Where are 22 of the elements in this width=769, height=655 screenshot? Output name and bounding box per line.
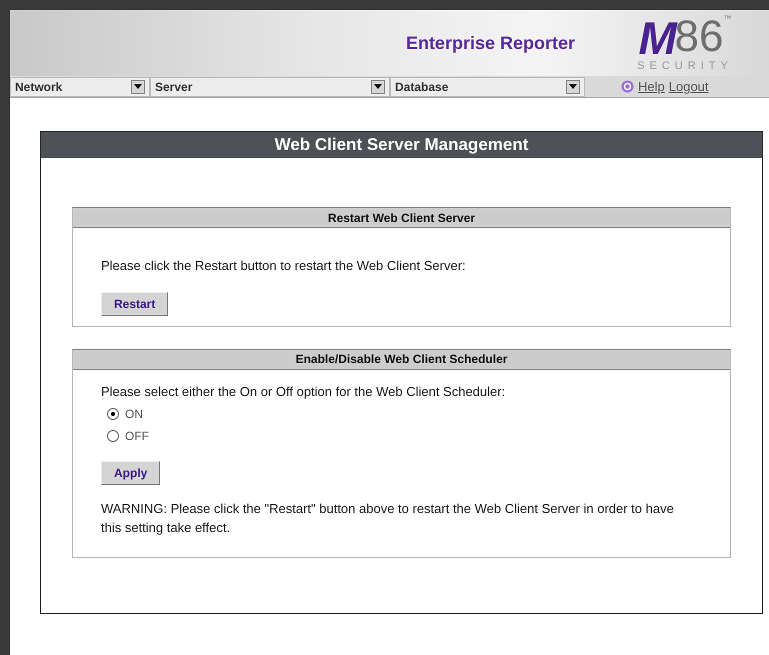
- instruction-text: Please click the Restart button to restart the Web Client Server:: [101, 257, 466, 275]
- radio-option[interactable]: ON: [107, 403, 149, 425]
- warning-text: WARNING: Please click the "Restart" button above to restart the Web Client Server in order to have this setting take effect.: [101, 500, 675, 537]
- section-title: Restart Web Client Server: [73, 208, 730, 228]
- app-title: Enterprise Reporter: [406, 32, 575, 55]
- section-title: Enable/Disable Web Client Scheduler: [73, 350, 730, 370]
- panel-title: Web Client Server Management: [41, 132, 762, 158]
- radio-button[interactable]: [107, 408, 119, 420]
- nav-dropdown[interactable]: Database: [390, 76, 585, 96]
- nav-link[interactable]: Help: [638, 76, 665, 96]
- help-icon: [621, 80, 634, 93]
- radio-button[interactable]: [107, 430, 119, 442]
- action-button[interactable]: Restart: [101, 292, 168, 316]
- radio-option[interactable]: OFF: [107, 425, 149, 447]
- nav-link[interactable]: Logout: [668, 76, 709, 96]
- logo-tagline: SECURITY: [637, 60, 733, 72]
- logo-mark: M: [638, 14, 675, 60]
- instruction-text: Please select either the On or Off option for the Web Client Scheduler:: [101, 382, 506, 401]
- trademark-mark: ™: [723, 14, 732, 22]
- nav-dropdown[interactable]: Server: [150, 76, 390, 96]
- action-button[interactable]: Apply: [101, 461, 160, 485]
- nav-dropdown[interactable]: Network: [10, 76, 150, 96]
